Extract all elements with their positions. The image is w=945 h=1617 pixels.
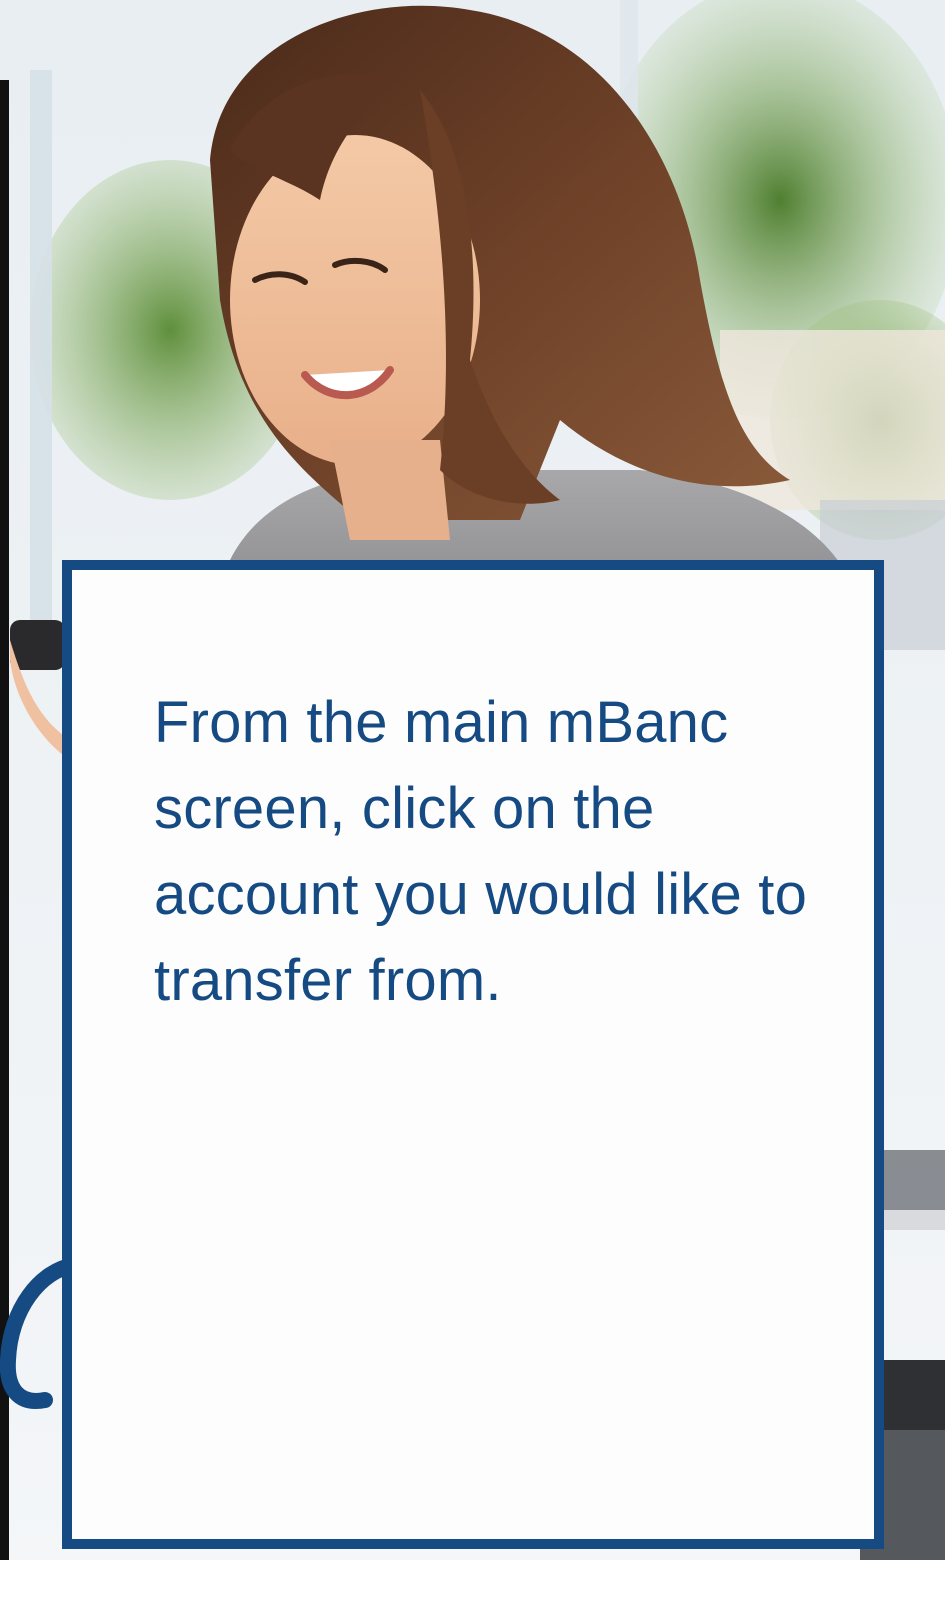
instruction-text: From the main mBanc screen, click on the… bbox=[154, 690, 808, 1013]
bottom-strip bbox=[0, 1560, 945, 1617]
instruction-card: From the main mBanc screen, click on the… bbox=[62, 560, 884, 1549]
tutorial-slide: From the main mBanc screen, click on the… bbox=[0, 0, 945, 1617]
